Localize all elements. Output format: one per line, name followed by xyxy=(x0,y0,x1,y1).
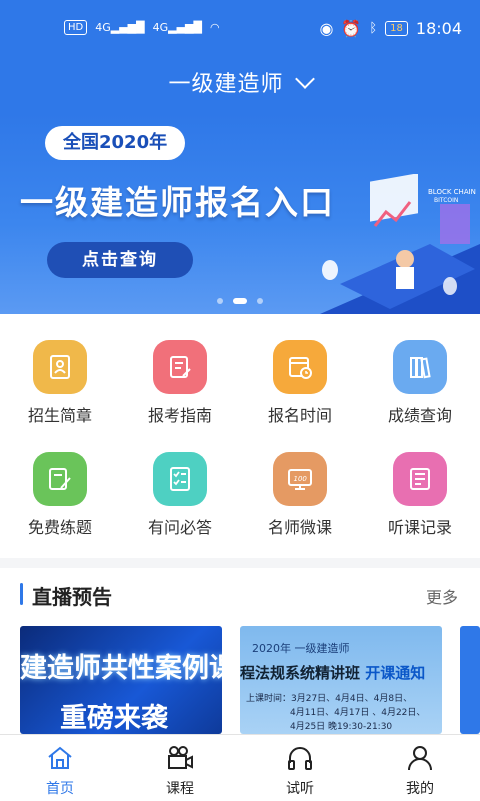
tab-courses[interactable]: 课程 xyxy=(120,735,240,801)
signal-icon-1: 4G▂▄▆█ xyxy=(95,21,145,34)
page-title: 一级建造师 xyxy=(168,72,284,97)
menu-item[interactable]: 招生简章 xyxy=(0,314,120,425)
home-icon xyxy=(48,746,72,769)
menu-item-label: 听课记录 xyxy=(387,518,452,537)
banner-query-button[interactable]: 点击查询 xyxy=(47,242,193,278)
menu-item-label: 报考指南 xyxy=(147,406,212,425)
document-edit-icon xyxy=(153,340,207,394)
svg-text:100: 100 xyxy=(294,475,308,483)
books-icon xyxy=(393,340,447,394)
profile-card-icon xyxy=(33,340,87,394)
tab-label: 试听 xyxy=(286,781,314,797)
menu-item-label: 免费练题 xyxy=(27,518,92,537)
menu-item[interactable]: 成绩查询 xyxy=(360,314,480,425)
menu-item[interactable]: 报名时间 xyxy=(240,314,360,425)
tab-trial[interactable]: 试听 xyxy=(240,735,360,801)
live-card[interactable]: 2020年 一级建造师 程法规系统精讲班 开课通知 上课时间：3月27日、4月4… xyxy=(240,626,442,734)
menu-item-label: 名师微课 xyxy=(267,518,332,537)
banner-title: 一级建造师报名入口 xyxy=(20,183,335,222)
menu-item-label: 招生简章 xyxy=(27,406,92,425)
tab-label: 首页 xyxy=(46,781,74,797)
bottom-tab-bar: 首页 课程 试听 我的 xyxy=(0,734,480,801)
menu-item-label: 有问必答 xyxy=(147,518,212,537)
section-accent-bar xyxy=(20,583,23,605)
carousel-dots xyxy=(0,289,480,308)
exam-selector[interactable]: 一级建造师 xyxy=(0,66,480,98)
monitor-100-icon: 100 xyxy=(273,452,327,506)
eye-icon: ◉ xyxy=(319,19,334,38)
banner-carousel[interactable]: 全国2020年 一级建造师报名入口 点击查询 BLOCK CHAIN BITCO… xyxy=(0,114,480,314)
status-left: HD 4G▂▄▆█ 4G▂▄▆█ ◠ xyxy=(64,20,220,35)
banner-tag: 全国2020年 xyxy=(45,126,186,160)
wifi-icon: ◠ xyxy=(209,21,220,34)
bluetooth-icon: ᛒ xyxy=(369,21,378,36)
more-link[interactable]: 更多 xyxy=(426,584,458,608)
menu-item[interactable]: 听课记录 xyxy=(360,426,480,537)
card-schedule: 上课时间：3月27日、4月4日、4月8日、 4月11日、4月17日 、4月22日… xyxy=(246,694,426,732)
live-section: 直播预告 更多 建造师共性案例课 重磅来袭 2020年 一级建造师 程法规系统精… xyxy=(0,568,480,734)
status-bar: HD 4G▂▄▆█ 4G▂▄▆█ ◠ ◉ ⏰ ᛒ 18 18:04 xyxy=(0,0,480,56)
live-card[interactable]: 建造师共性案例课 重磅来袭 xyxy=(20,626,222,734)
card-headline: 建造师共性案例课 xyxy=(20,653,222,684)
user-icon xyxy=(408,746,432,771)
menu-item[interactable]: 报考指南 xyxy=(120,314,240,425)
pencil-note-icon xyxy=(33,452,87,506)
menu-item[interactable]: 免费练题 xyxy=(0,426,120,537)
header: 一级建造师 xyxy=(0,56,480,114)
illus-text-2: BITCOIN xyxy=(434,197,458,204)
carousel-dot[interactable] xyxy=(217,298,223,304)
card-header: 2020年 一级建造师 xyxy=(252,642,350,655)
battery-icon: 18 xyxy=(385,21,408,36)
menu-item-label: 报名时间 xyxy=(267,406,332,425)
tab-home[interactable]: 首页 xyxy=(0,735,120,801)
carousel-dot[interactable] xyxy=(257,298,263,304)
menu-item[interactable]: 100 名师微课 xyxy=(240,426,360,537)
menu-item-label: 成绩查询 xyxy=(387,406,452,425)
carousel-dot-active[interactable] xyxy=(233,298,247,304)
hd-indicator: HD xyxy=(64,20,88,35)
illus-text-1: BLOCK CHAIN xyxy=(428,188,476,196)
card-headline: 程法规系统精讲班 开课通知 xyxy=(240,664,426,682)
tab-mine[interactable]: 我的 xyxy=(360,735,480,801)
clock-time: 18:04 xyxy=(415,19,462,38)
section-title: 直播预告 xyxy=(32,585,112,609)
live-card-partial[interactable] xyxy=(460,626,480,734)
record-book-icon xyxy=(393,452,447,506)
alarm-icon: ⏰ xyxy=(341,19,362,38)
card-subline: 重磅来袭 xyxy=(60,703,168,734)
signal-icon-2: 4G▂▄▆█ xyxy=(152,21,202,34)
tab-label: 课程 xyxy=(166,781,194,797)
chevron-down-icon xyxy=(294,69,315,89)
checklist-icon xyxy=(153,452,207,506)
feature-grid: 招生简章 报考指南 报名时间 成绩查询免费练题 有问必答 100 名师微课 听课记录 xyxy=(0,314,480,558)
video-camera-icon xyxy=(168,746,193,769)
calendar-clock-icon xyxy=(273,340,327,394)
headphones-icon xyxy=(288,747,312,770)
tab-label: 我的 xyxy=(406,781,434,797)
status-right: ◉ ⏰ ᛒ 18 18:04 xyxy=(319,19,462,38)
menu-item[interactable]: 有问必答 xyxy=(120,426,240,537)
